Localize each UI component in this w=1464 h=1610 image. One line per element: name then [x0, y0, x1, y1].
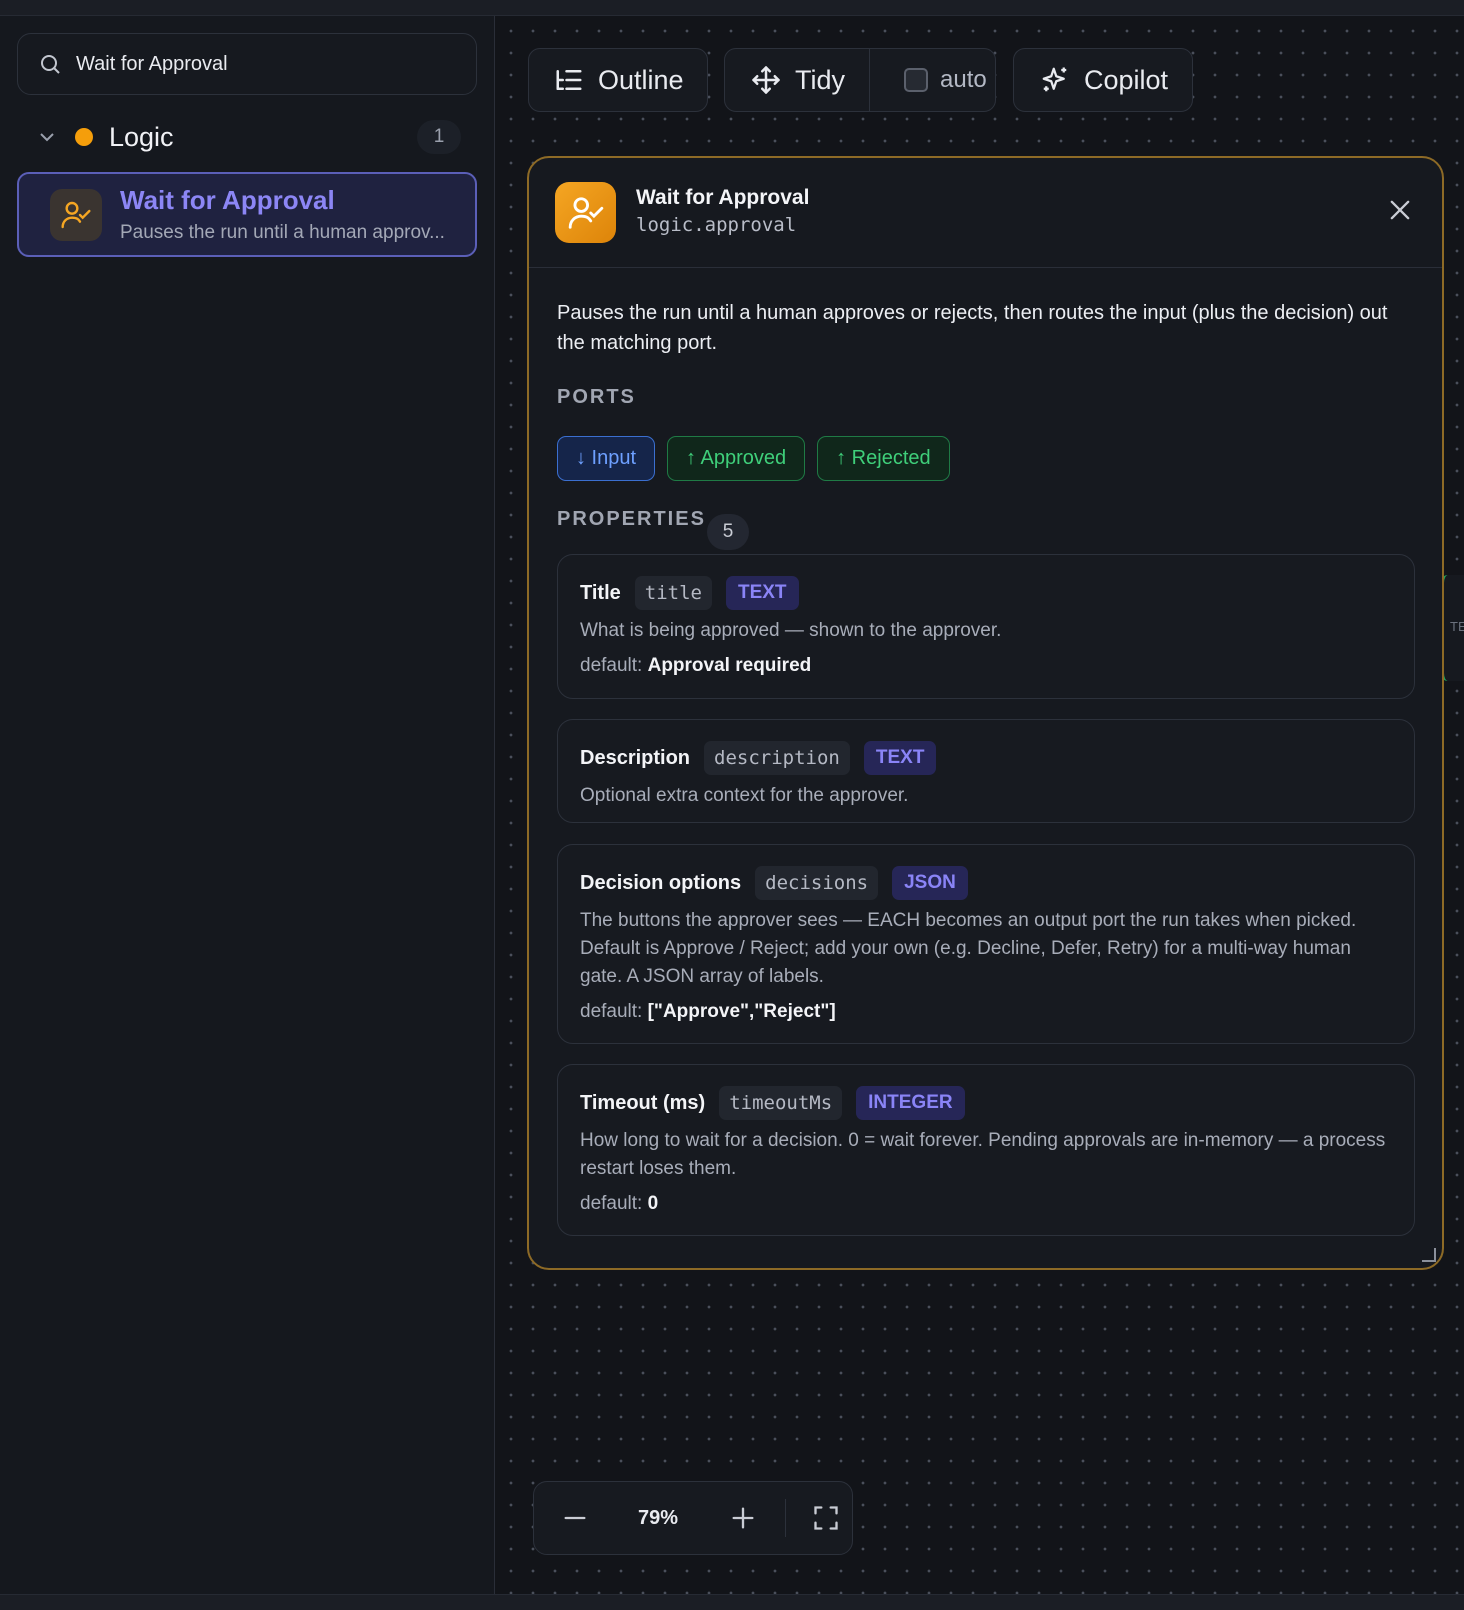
search-value[interactable]: Wait for Approval — [76, 53, 228, 76]
node-item-subtitle: Pauses the run until a human approv... — [120, 222, 445, 243]
property-default: default: 0 — [580, 1193, 1392, 1215]
category-name: Logic — [109, 121, 174, 152]
zoom-controls: 79% — [533, 1481, 853, 1555]
outline-button[interactable]: Outline — [528, 48, 708, 112]
property-description: The buttons the approver sees — EACH bec… — [580, 910, 1357, 987]
ports-list: ↓ Input ↑ Approved ↑ Rejected — [557, 436, 950, 481]
port-input[interactable]: ↓ Input — [557, 436, 656, 481]
category-count: 1 — [417, 120, 461, 154]
property-key: title — [634, 576, 712, 610]
node-item-title: Wait for Approval — [120, 185, 335, 215]
panel-node-type: logic.approval — [636, 214, 797, 236]
search-input[interactable]: Wait for Approval — [17, 33, 477, 95]
auto-tidy-toggle[interactable]: auto — [870, 49, 987, 111]
plus-icon[interactable] — [729, 1504, 757, 1532]
property-description: What is being approved — shown to the ap… — [580, 620, 1002, 641]
property-type-badge: INTEGER — [856, 1086, 965, 1120]
node-library-sidebar: Wait for Approval Logic 1 Wait for Appro… — [0, 16, 495, 1594]
node-item-wait-for-approval[interactable]: Wait for Approval Pauses the run until a… — [17, 172, 477, 257]
outline-list-icon — [556, 70, 582, 90]
properties-heading: PROPERTIES — [557, 508, 706, 530]
chevron-down-icon[interactable] — [35, 125, 59, 149]
default-value: 0 — [647, 1193, 659, 1214]
property-key: decisions — [755, 866, 879, 900]
auto-checkbox[interactable] — [904, 68, 928, 92]
property-label: Timeout (ms) — [580, 1091, 706, 1114]
property-description: Optional extra context for the approver. — [580, 785, 909, 806]
user-check-icon — [50, 188, 102, 241]
panel-header: Wait for Approval logic.approval — [529, 158, 1442, 268]
panel-resize-handle[interactable] — [1422, 1248, 1436, 1262]
property-type-badge: JSON — [892, 866, 968, 900]
panel-title: Wait for Approval — [636, 186, 810, 209]
top-bar — [0, 0, 1464, 16]
category-color-dot — [75, 128, 93, 146]
property-label: Title — [580, 581, 621, 604]
minus-icon[interactable] — [561, 1504, 589, 1532]
move-arrows-icon — [752, 66, 780, 94]
default-prefix: default: — [580, 655, 643, 676]
peek-text: TE — [1450, 619, 1464, 634]
property-key: description — [704, 741, 850, 775]
property-description: How long to wait for a decision. 0 = wai… — [580, 1130, 1386, 1179]
category-logic[interactable]: Logic 1 — [17, 112, 477, 162]
zoom-level: 79% — [637, 1506, 679, 1529]
property-type-badge: TEXT — [725, 576, 799, 610]
default-value: Approval required — [647, 655, 812, 676]
copilot-label: Copilot — [1084, 64, 1169, 95]
zoom-divider — [785, 1499, 786, 1537]
property-type-badge: TEXT — [863, 741, 937, 775]
default-value: ["Approve","Reject"] — [647, 1001, 836, 1022]
fit-screen-icon[interactable] — [812, 1504, 840, 1532]
port-rejected[interactable]: ↑ Rejected — [817, 436, 950, 481]
ports-heading: PORTS — [557, 386, 636, 408]
user-check-icon — [555, 182, 616, 243]
tidy-button[interactable]: Tidy — [725, 49, 870, 111]
properties-count: 5 — [707, 514, 749, 550]
node-detail-panel: Wait for Approval logic.approval Pauses … — [527, 156, 1444, 1270]
bottom-bar — [0, 1594, 1464, 1610]
panel-description: Pauses the run until a human approves or… — [557, 302, 1388, 354]
default-prefix: default: — [580, 1001, 643, 1022]
property-card-description: Description description TEXT Optional ex… — [557, 719, 1415, 823]
port-approved[interactable]: ↑ Approved — [667, 436, 806, 481]
property-default: default: Approval required — [580, 655, 1392, 677]
property-label: Description — [580, 746, 691, 769]
auto-label: auto — [940, 66, 987, 93]
sparkles-icon — [1042, 67, 1067, 92]
property-card-decisions: Decision options decisions JSON The butt… — [557, 844, 1415, 1044]
close-icon[interactable] — [1386, 196, 1414, 224]
property-key: timeoutMs — [719, 1086, 843, 1120]
property-card-timeout: Timeout (ms) timeoutMs INTEGER How long … — [557, 1064, 1415, 1236]
search-icon — [41, 55, 60, 74]
property-card-title: Title title TEXT What is being approved … — [557, 554, 1415, 699]
tidy-toolbar-group: Tidy auto — [724, 48, 996, 112]
tidy-label: Tidy — [795, 64, 846, 95]
default-prefix: default: — [580, 1193, 643, 1214]
property-label: Decision options — [580, 871, 742, 894]
copilot-button[interactable]: Copilot — [1013, 48, 1193, 112]
outline-label: Outline — [598, 64, 684, 95]
property-default: default: ["Approve","Reject"] — [580, 1001, 1392, 1023]
